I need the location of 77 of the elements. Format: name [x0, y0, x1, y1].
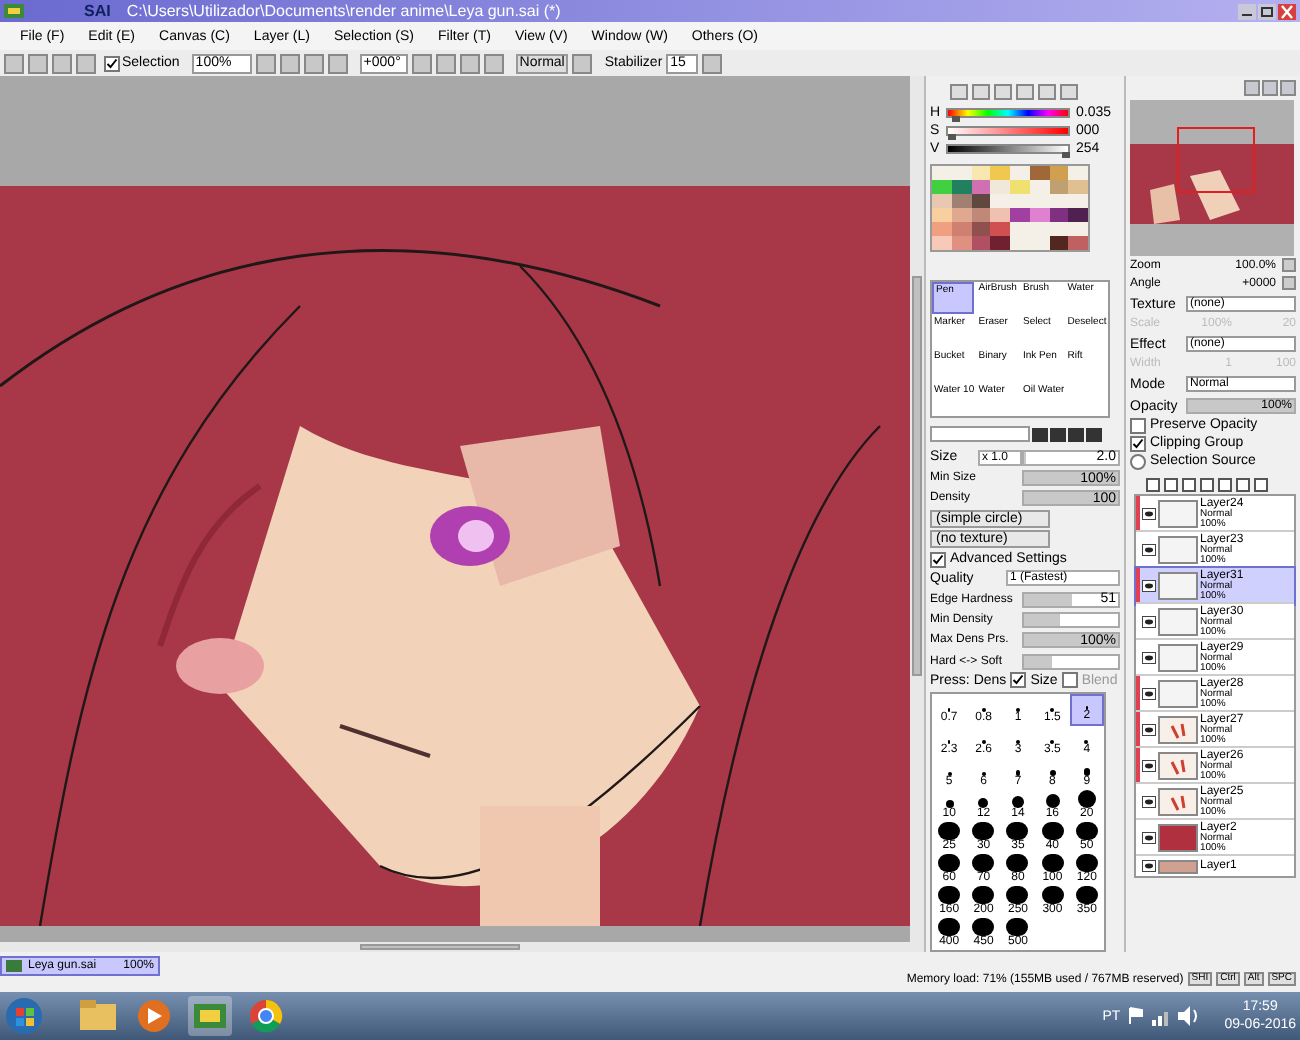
tip-medium-button[interactable]	[1050, 427, 1066, 442]
eye-icon[interactable]	[1142, 615, 1156, 627]
stabilizer-dropdown-button[interactable]	[702, 53, 723, 73]
zoom-dropdown-button[interactable]	[255, 53, 276, 73]
tip-soft-button[interactable]	[1068, 427, 1084, 442]
color-wheel-button[interactable]	[950, 83, 968, 100]
scrollbar-thumb[interactable]	[912, 276, 922, 676]
volume-icon[interactable]	[1178, 1006, 1201, 1026]
checkbox[interactable]	[1061, 672, 1078, 689]
zoom-in-button[interactable]	[303, 53, 324, 73]
rotate-left-button[interactable]	[435, 53, 456, 73]
setting-slider[interactable]	[1022, 612, 1120, 629]
checkbox[interactable]	[1130, 435, 1146, 451]
maximize-icon[interactable]	[1258, 3, 1276, 19]
tip-square-button[interactable]	[1086, 427, 1102, 442]
tip-hard-button[interactable]	[1032, 427, 1048, 442]
layer-thumbnail	[1158, 859, 1198, 873]
app-name: SAI	[84, 3, 111, 19]
color-swatch[interactable]	[932, 165, 952, 180]
slider-thumb[interactable]	[951, 115, 960, 121]
swatches-button[interactable]	[1038, 83, 1056, 100]
reset-angle-button[interactable]	[483, 53, 504, 73]
zoom-out-button[interactable]	[279, 53, 300, 73]
undo-button[interactable]	[4, 53, 24, 73]
media-player-icon[interactable]	[132, 996, 176, 1036]
slider-thumb[interactable]	[1062, 152, 1071, 159]
deselect-button[interactable]	[52, 53, 72, 73]
reset-zoom-button[interactable]	[327, 53, 348, 73]
color-slider[interactable]	[946, 144, 1070, 155]
eye-icon[interactable]	[1142, 579, 1156, 591]
eye-icon[interactable]	[1142, 795, 1156, 807]
color-slider[interactable]	[946, 125, 1070, 136]
checkbox[interactable]	[104, 55, 120, 71]
rotate-right-button[interactable]	[459, 53, 480, 73]
eye-icon[interactable]	[1142, 831, 1156, 843]
redo-button[interactable]	[28, 53, 48, 73]
eye-icon[interactable]	[1142, 723, 1156, 735]
window-title: C:\Users\Utilizador\Documents\render anime\Leya gun.sai (*)	[126, 3, 561, 19]
app-icon	[4, 2, 24, 20]
eye-icon[interactable]	[1142, 507, 1156, 519]
eye-icon[interactable]	[1142, 759, 1156, 771]
color-swatch[interactable]	[990, 165, 1010, 180]
radio-button[interactable]	[1130, 453, 1146, 469]
color-swatch[interactable]	[1068, 165, 1088, 180]
start-button[interactable]	[4, 996, 44, 1036]
invert-button[interactable]	[76, 53, 96, 73]
navigator-preview[interactable]	[1130, 100, 1294, 256]
rgb-slider-button[interactable]	[972, 83, 990, 100]
slider-thumb[interactable]	[948, 133, 956, 140]
browser-icon[interactable]	[244, 996, 288, 1036]
horizontal-scrollbar[interactable]	[0, 942, 924, 952]
color-swatch[interactable]	[1049, 165, 1069, 180]
hsv-slider-button[interactable]	[994, 83, 1012, 100]
color-swatch[interactable]	[951, 165, 971, 180]
eye-icon[interactable]	[1142, 687, 1156, 699]
color-slider[interactable]	[946, 107, 1070, 117]
flag-icon[interactable]	[1128, 1006, 1145, 1026]
color-swatch[interactable]	[971, 165, 991, 180]
checkbox[interactable]	[1010, 672, 1027, 689]
eye-icon[interactable]	[1142, 651, 1156, 663]
scrollbar-thumb[interactable]	[360, 944, 520, 950]
eye-icon[interactable]	[1142, 543, 1156, 555]
app-taskbar-icon[interactable]	[188, 996, 232, 1036]
tone-button[interactable]	[1016, 83, 1034, 100]
color-swatch[interactable]	[1029, 165, 1049, 180]
file-icon	[6, 960, 22, 972]
color-swatch[interactable]	[1010, 165, 1030, 180]
checkbox[interactable]	[930, 551, 946, 568]
brush-shape-field[interactable]	[930, 426, 1030, 443]
vertical-scrollbar[interactable]	[910, 76, 924, 942]
checkbox[interactable]	[1130, 417, 1146, 433]
signal-icon[interactable]	[1152, 1006, 1171, 1026]
flip-button[interactable]	[572, 53, 593, 73]
angle-dropdown-button[interactable]	[411, 53, 432, 73]
setting-slider[interactable]	[1022, 653, 1120, 670]
scratchpad-button[interactable]	[1060, 83, 1078, 100]
eye-icon[interactable]	[1142, 860, 1156, 872]
